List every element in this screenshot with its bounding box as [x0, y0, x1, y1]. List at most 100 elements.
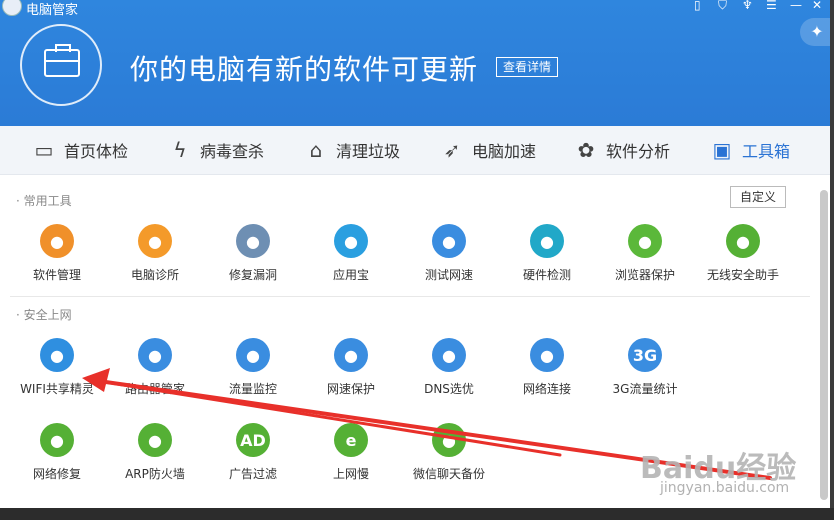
ad-filter-icon: AD	[236, 423, 270, 457]
globe-icon: ●	[530, 338, 564, 372]
appstore-icon: ●	[334, 224, 368, 258]
scrollbar[interactable]	[820, 190, 828, 500]
tool-label: 修复漏洞	[228, 268, 277, 282]
section-divider	[10, 296, 810, 297]
wifi-share-icon: ●	[40, 338, 74, 372]
tool-label: 广告过滤	[228, 467, 277, 481]
tool-label: 浏览器保护	[614, 268, 675, 282]
tool-label: 上网慢	[332, 467, 369, 481]
menu-icon[interactable]: ☰	[766, 0, 777, 12]
tool-label: 路由器管家	[124, 382, 185, 396]
tool-label: 微信聊天备份	[412, 467, 485, 481]
ie-icon: e	[334, 423, 368, 457]
wifi-shield-icon: ●	[726, 224, 760, 258]
tool-globe[interactable]: ● 网络连接	[499, 338, 595, 397]
tool-label: 硬件检测	[522, 268, 571, 282]
sparkle-icon[interactable]: ✦	[800, 18, 834, 46]
main-tabs: ▭ 首页体检 ϟ 病毒查杀 ⌂ 清理垃圾 ➶ 电脑加速 ✿ 软件分析 ▣ 工具箱	[0, 126, 834, 175]
tab-label: 工具箱	[742, 142, 791, 161]
tab-home-check[interactable]: ▭ 首页体检	[32, 126, 128, 174]
tool-wrench[interactable]: ● 网络修复	[9, 423, 105, 482]
minimize-icon[interactable]: —	[790, 0, 802, 12]
rocket-icon: ➶	[443, 138, 461, 162]
speedometer-icon: ●	[432, 224, 466, 258]
tool-browser-shield[interactable]: ● 浏览器保护	[597, 224, 693, 283]
clover-icon: ●	[40, 224, 74, 258]
customize-button[interactable]: 自定义	[730, 186, 786, 208]
tool-speedometer[interactable]: ● 测试网速	[401, 224, 497, 283]
tool-label: 软件管理	[32, 268, 81, 282]
watermark-url: jingyan.baidu.com	[660, 480, 790, 496]
tool-wechat[interactable]: ● 微信聊天备份	[401, 423, 497, 482]
tool-label: 网络修复	[32, 467, 81, 481]
tool-wifi-shield[interactable]: ● 无线安全助手	[695, 224, 791, 283]
stethoscope-icon: ●	[138, 224, 172, 258]
tab-label: 病毒查杀	[200, 142, 265, 161]
tool-ad-filter[interactable]: AD 广告过滤	[205, 423, 301, 482]
app-logo	[2, 0, 22, 16]
tab-software-analysis[interactable]: ✿ 软件分析	[574, 126, 670, 174]
tool-stethoscope[interactable]: ● 电脑诊所	[107, 224, 203, 283]
toolbox-icon	[44, 44, 80, 77]
traffic-icon: ●	[236, 338, 270, 372]
view-details-button[interactable]: 查看详情	[496, 57, 559, 77]
tool-dns[interactable]: ● DNS选优	[401, 338, 497, 397]
tool-label: WIFI共享精灵	[20, 382, 94, 396]
tool-label: 网速保护	[326, 382, 375, 396]
tool-repair[interactable]: ● 修复漏洞	[205, 224, 301, 283]
wechat-icon: ●	[432, 423, 466, 457]
tool-ie[interactable]: e 上网慢	[303, 423, 399, 482]
tool-label: ARP防火墙	[125, 467, 185, 481]
window-title: 电脑管家	[26, 3, 79, 18]
tshirt-icon[interactable]: ♆	[742, 0, 753, 12]
tab-label: 清理垃圾	[336, 142, 401, 161]
dns-icon: ●	[432, 338, 466, 372]
tool-appstore[interactable]: ● 应用宝	[303, 224, 399, 283]
window-bottom-edge	[0, 508, 834, 520]
tool-label: 应用宝	[332, 268, 369, 282]
browser-shield-icon: ●	[628, 224, 662, 258]
broom-icon: ⌂	[309, 138, 323, 162]
window-edge	[830, 0, 834, 520]
firewall-icon: ●	[138, 423, 172, 457]
tool-clover[interactable]: ● 软件管理	[9, 224, 105, 283]
tool-label: 测试网速	[424, 268, 473, 282]
phone-icon[interactable]: ▯	[694, 0, 701, 12]
toolbox-icon: ▣	[712, 138, 732, 162]
tool-chip[interactable]: ● 硬件检测	[499, 224, 595, 283]
tool-router[interactable]: ● 路由器管家	[107, 338, 203, 397]
wrench-icon: ●	[40, 423, 74, 457]
tool-label: 网络连接	[522, 382, 571, 396]
speed-shield-icon: ●	[334, 338, 368, 372]
fan-icon: ✿	[577, 138, 595, 162]
section-title-common: · 常用工具	[16, 194, 72, 208]
tool-3g[interactable]: 3G 3G流量统计	[597, 338, 693, 397]
tab-label: 首页体检	[64, 142, 129, 161]
header-banner: 电脑管家 ▯ ⛉ ♆ ☰ — ✕ 你的电脑有新的软件可更新 查看详情 ✦	[0, 0, 834, 126]
tab-label: 电脑加速	[472, 142, 537, 161]
tool-wifi-share[interactable]: ● WIFI共享精灵	[9, 338, 105, 397]
hero-message: 你的电脑有新的软件可更新	[130, 53, 479, 86]
tool-label: 3G流量统计	[612, 382, 678, 396]
tab-virus-scan[interactable]: ϟ 病毒查杀	[168, 126, 264, 174]
tab-clean-junk[interactable]: ⌂ 清理垃圾	[304, 126, 400, 174]
router-icon: ●	[138, 338, 172, 372]
close-icon[interactable]: ✕	[812, 0, 822, 12]
tool-label: DNS选优	[424, 382, 474, 396]
lightning-icon: ϟ	[173, 138, 187, 162]
tool-label: 电脑诊所	[130, 268, 179, 282]
tool-label: 流量监控	[228, 382, 277, 396]
3g-icon: 3G	[628, 338, 662, 372]
tool-traffic[interactable]: ● 流量监控	[205, 338, 301, 397]
monitor-icon: ▭	[34, 138, 54, 162]
tool-firewall[interactable]: ● ARP防火墙	[107, 423, 203, 482]
tab-speed-up[interactable]: ➶ 电脑加速	[440, 126, 536, 174]
tool-speed-shield[interactable]: ● 网速保护	[303, 338, 399, 397]
section-title-secure: · 安全上网	[16, 308, 72, 322]
tab-toolbox[interactable]: ▣ 工具箱	[710, 126, 790, 174]
tool-label: 无线安全助手	[706, 268, 779, 282]
tab-label: 软件分析	[606, 142, 671, 161]
chip-icon: ●	[530, 224, 564, 258]
shield-icon[interactable]: ⛉	[718, 0, 727, 13]
repair-icon: ●	[236, 224, 270, 258]
